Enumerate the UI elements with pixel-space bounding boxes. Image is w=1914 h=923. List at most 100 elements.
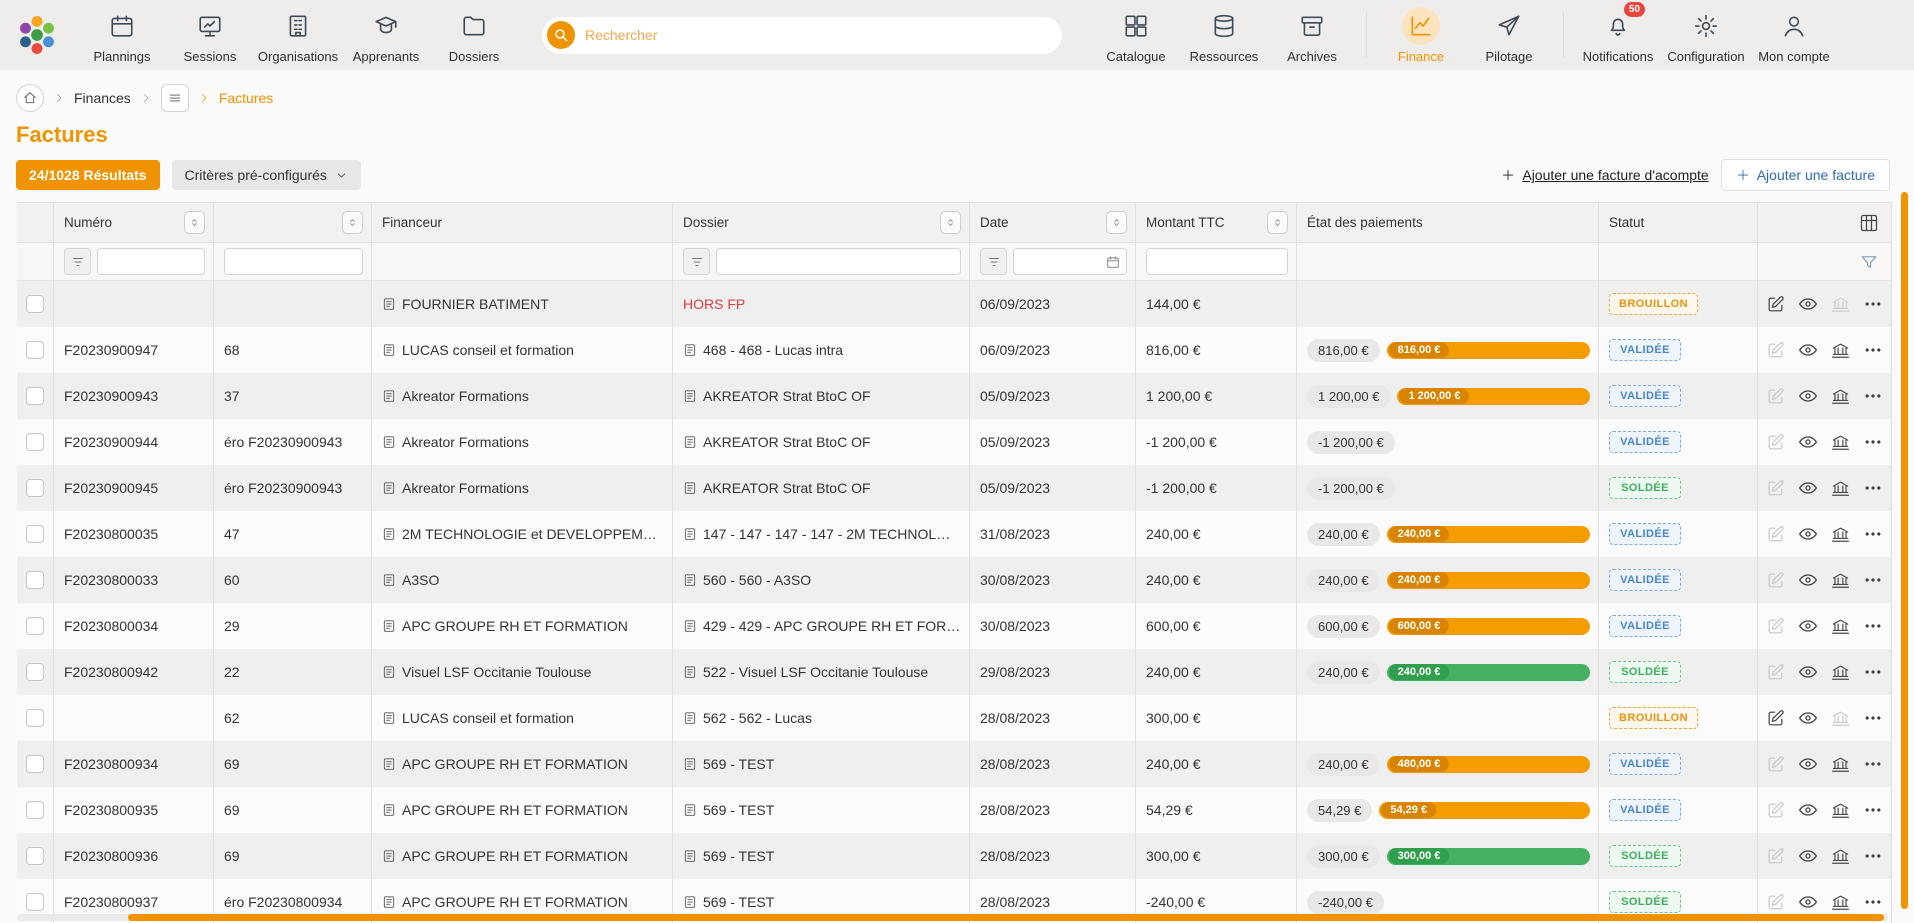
vertical-scrollbar-thumb[interactable] bbox=[1901, 192, 1908, 909]
edit-icon[interactable] bbox=[1766, 387, 1785, 406]
row-checkbox[interactable] bbox=[26, 847, 44, 865]
nav-item-sessions[interactable]: Sessions bbox=[166, 7, 254, 64]
sort-icon[interactable] bbox=[184, 211, 205, 234]
bank-icon[interactable] bbox=[1831, 709, 1850, 728]
edit-icon[interactable] bbox=[1766, 617, 1785, 636]
funnel-icon[interactable] bbox=[1860, 253, 1878, 271]
sort-icon[interactable] bbox=[940, 211, 961, 234]
bank-icon[interactable] bbox=[1831, 295, 1850, 314]
bank-icon[interactable] bbox=[1831, 755, 1850, 774]
nav-item-plannings[interactable]: Plannings bbox=[78, 7, 166, 64]
edit-icon[interactable] bbox=[1766, 801, 1785, 820]
filter-lines-icon[interactable] bbox=[64, 248, 91, 275]
bank-icon[interactable] bbox=[1831, 801, 1850, 820]
edit-icon[interactable] bbox=[1766, 755, 1785, 774]
sort-icon[interactable] bbox=[342, 211, 363, 234]
breadcrumb-factures[interactable]: Factures bbox=[219, 90, 273, 106]
view-icon[interactable] bbox=[1798, 386, 1818, 406]
menu-icon[interactable] bbox=[161, 84, 189, 112]
row-checkbox[interactable] bbox=[26, 709, 44, 727]
nav-item-configuration[interactable]: Configuration bbox=[1662, 7, 1750, 64]
row-checkbox[interactable] bbox=[26, 801, 44, 819]
preconfigured-criteria-dropdown[interactable]: Critères pré-configurés bbox=[172, 160, 361, 190]
more-actions-icon[interactable] bbox=[1863, 478, 1883, 498]
edit-icon[interactable] bbox=[1766, 709, 1785, 728]
app-logo-icon[interactable] bbox=[14, 12, 60, 58]
more-actions-icon[interactable] bbox=[1863, 386, 1883, 406]
row-checkbox[interactable] bbox=[26, 525, 44, 543]
more-actions-icon[interactable] bbox=[1863, 892, 1883, 912]
bank-icon[interactable] bbox=[1831, 479, 1850, 498]
table-settings-icon[interactable] bbox=[1859, 213, 1879, 233]
edit-icon[interactable] bbox=[1766, 433, 1785, 452]
nav-item-ressources[interactable]: Ressources bbox=[1180, 7, 1268, 64]
row-checkbox[interactable] bbox=[26, 479, 44, 497]
view-icon[interactable] bbox=[1798, 432, 1818, 452]
view-icon[interactable] bbox=[1798, 524, 1818, 544]
more-actions-icon[interactable] bbox=[1863, 294, 1883, 314]
view-icon[interactable] bbox=[1798, 616, 1818, 636]
bank-icon[interactable] bbox=[1831, 525, 1850, 544]
home-icon[interactable] bbox=[16, 84, 44, 112]
row-checkbox[interactable] bbox=[26, 387, 44, 405]
nav-item-organisations[interactable]: Organisations bbox=[254, 7, 342, 64]
edit-icon[interactable] bbox=[1766, 525, 1785, 544]
search-input[interactable] bbox=[575, 27, 1056, 43]
row-checkbox[interactable] bbox=[26, 341, 44, 359]
edit-icon[interactable] bbox=[1766, 893, 1785, 912]
numero-filter-input[interactable] bbox=[97, 248, 205, 275]
row-checkbox[interactable] bbox=[26, 433, 44, 451]
more-actions-icon[interactable] bbox=[1863, 340, 1883, 360]
add-invoice-button[interactable]: Ajouter une facture bbox=[1721, 159, 1890, 191]
bank-icon[interactable] bbox=[1831, 847, 1850, 866]
nav-item-finance[interactable]: Finance bbox=[1377, 7, 1465, 64]
sort-icon[interactable] bbox=[1106, 211, 1127, 234]
nav-item-dossiers[interactable]: Dossiers bbox=[430, 7, 518, 64]
view-icon[interactable] bbox=[1798, 340, 1818, 360]
nav-item-apprenants[interactable]: Apprenants bbox=[342, 7, 430, 64]
nav-item-catalogue[interactable]: Catalogue bbox=[1092, 7, 1180, 64]
row-checkbox[interactable] bbox=[26, 663, 44, 681]
bank-icon[interactable] bbox=[1831, 341, 1850, 360]
edit-icon[interactable] bbox=[1766, 847, 1785, 866]
edit-icon[interactable] bbox=[1766, 663, 1785, 682]
nav-item-pilotage[interactable]: Pilotage bbox=[1465, 7, 1553, 64]
row-checkbox[interactable] bbox=[26, 295, 44, 313]
more-actions-icon[interactable] bbox=[1863, 846, 1883, 866]
ref-filter-input[interactable] bbox=[224, 248, 363, 275]
horizontal-scrollbar-thumb[interactable] bbox=[128, 914, 1884, 921]
row-checkbox[interactable] bbox=[26, 755, 44, 773]
montant-filter-input[interactable] bbox=[1146, 248, 1288, 275]
more-actions-icon[interactable] bbox=[1863, 708, 1883, 728]
nav-item-archives[interactable]: Archives bbox=[1268, 7, 1356, 64]
view-icon[interactable] bbox=[1798, 892, 1818, 912]
row-checkbox[interactable] bbox=[26, 893, 44, 911]
nav-item-notifications[interactable]: 50 Notifications bbox=[1574, 7, 1662, 64]
calendar-icon[interactable] bbox=[1106, 255, 1120, 269]
more-actions-icon[interactable] bbox=[1863, 662, 1883, 682]
more-actions-icon[interactable] bbox=[1863, 800, 1883, 820]
view-icon[interactable] bbox=[1798, 708, 1818, 728]
dossier-filter-input[interactable] bbox=[716, 248, 961, 275]
add-deposit-invoice-link[interactable]: Ajouter une facture d'acompte bbox=[1501, 167, 1708, 183]
breadcrumb-finances[interactable]: Finances bbox=[74, 90, 131, 106]
edit-icon[interactable] bbox=[1766, 571, 1785, 590]
bank-icon[interactable] bbox=[1831, 387, 1850, 406]
row-checkbox[interactable] bbox=[26, 617, 44, 635]
edit-icon[interactable] bbox=[1766, 295, 1785, 314]
filter-lines-icon[interactable] bbox=[683, 248, 710, 275]
edit-icon[interactable] bbox=[1766, 341, 1785, 360]
more-actions-icon[interactable] bbox=[1863, 616, 1883, 636]
bank-icon[interactable] bbox=[1831, 893, 1850, 912]
view-icon[interactable] bbox=[1798, 846, 1818, 866]
view-icon[interactable] bbox=[1798, 570, 1818, 590]
more-actions-icon[interactable] bbox=[1863, 432, 1883, 452]
view-icon[interactable] bbox=[1798, 478, 1818, 498]
row-checkbox[interactable] bbox=[26, 571, 44, 589]
bank-icon[interactable] bbox=[1831, 617, 1850, 636]
view-icon[interactable] bbox=[1798, 662, 1818, 682]
nav-item-mon-compte[interactable]: Mon compte bbox=[1750, 7, 1838, 64]
bank-icon[interactable] bbox=[1831, 663, 1850, 682]
more-actions-icon[interactable] bbox=[1863, 524, 1883, 544]
filter-lines-icon[interactable] bbox=[980, 248, 1007, 275]
